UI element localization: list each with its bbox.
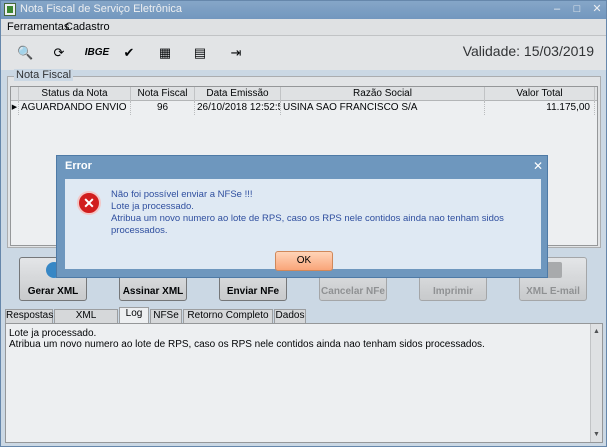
error-dialog: Error ✕ ✕ Não foi possível enviar a NFSe… <box>56 155 548 278</box>
ok-button[interactable]: OK <box>275 251 333 271</box>
dialog-message: Não foi possível enviar a NFSe !!! Lote … <box>111 189 541 237</box>
dialog-title: Error <box>65 160 92 172</box>
message-line: Atribua um novo numero ao lote de RPS, c… <box>111 213 504 236</box>
error-icon: ✕ <box>77 191 101 215</box>
message-line: Não foi possível enviar a NFSe !!! <box>111 189 253 200</box>
dialog-body: ✕ Não foi possível enviar a NFSe !!! Lot… <box>65 179 541 271</box>
dialog-close-icon[interactable]: ✕ <box>531 159 545 173</box>
message-line: Lote ja processado. <box>111 201 194 212</box>
